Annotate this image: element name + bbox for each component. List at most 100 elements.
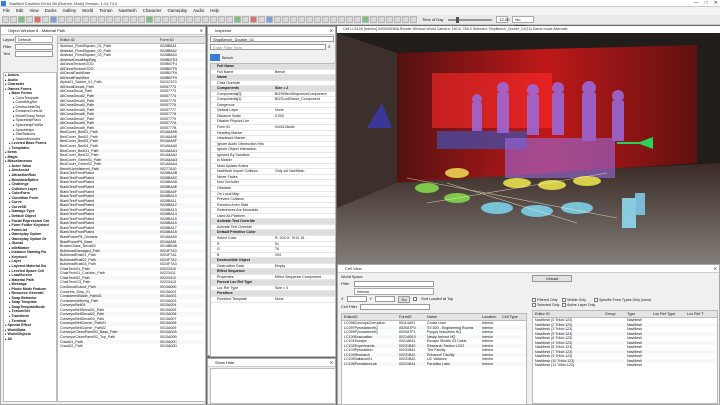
toolbar-button-icon[interactable] <box>306 16 313 23</box>
scene-canvas[interactable] <box>337 33 720 274</box>
menu-help[interactable]: Help <box>210 7 219 15</box>
expand-icon[interactable]: ▸ <box>9 205 11 209</box>
expand-icon[interactable]: ▸ <box>9 141 11 145</box>
noise-select[interactable]: No Noise <box>512 16 535 28</box>
close-icon[interactable]: ✕ <box>714 265 717 272</box>
toolbar-button-icon[interactable] <box>194 16 201 23</box>
expand-icon[interactable]: ▸ <box>9 246 11 250</box>
expand-icon[interactable]: ▸ <box>9 187 11 191</box>
toolbar-button-icon[interactable] <box>370 16 377 23</box>
expand-icon[interactable]: ▸ <box>9 296 11 300</box>
active-layer-only-checkbox[interactable] <box>562 303 566 308</box>
menu-gallery[interactable]: Gallery <box>63 7 77 15</box>
property-value[interactable] <box>275 158 335 163</box>
column-header-type[interactable]: Type <box>627 311 653 317</box>
slider-knob[interactable] <box>456 16 460 23</box>
expand-icon[interactable]: ▸ <box>9 319 11 323</box>
expand-icon[interactable]: ▸ <box>13 96 15 100</box>
property-value[interactable]: 204 <box>275 253 335 258</box>
column-header-editorid[interactable]: EditorID <box>342 314 399 320</box>
column-header-name[interactable]: Name <box>427 314 482 320</box>
expand-icon[interactable]: ▸ <box>13 105 15 109</box>
y-coord-input[interactable] <box>375 296 396 302</box>
menu-character[interactable]: Character <box>143 7 162 15</box>
toolbar-button-icon[interactable] <box>138 16 145 23</box>
property-value[interactable] <box>275 208 335 213</box>
toolbar-button-icon[interactable] <box>250 16 257 23</box>
filtered-only-checkbox[interactable] <box>532 298 536 303</box>
toolbar-button-icon[interactable] <box>106 16 113 23</box>
toolbar-button-icon[interactable] <box>170 16 177 23</box>
toolbar-button-icon[interactable] <box>90 16 97 23</box>
inspector-object-name[interactable]: ShipBench_Double_01 <box>210 36 334 42</box>
column-header-formid[interactable]: FormID <box>399 314 427 320</box>
toolbar-button-icon[interactable] <box>274 16 281 23</box>
toolbar-button-icon[interactable] <box>34 16 41 23</box>
toolbar-button-icon[interactable] <box>186 16 193 23</box>
expand-icon[interactable]: ▸ <box>9 178 11 182</box>
specific-form-types-checkbox[interactable] <box>594 298 598 303</box>
go-button[interactable]: Go <box>398 295 411 303</box>
table-row[interactable]: Crack02_Path 0013A00D <box>58 344 205 349</box>
expand-icon[interactable]: ▸ <box>9 314 11 318</box>
property-value[interactable] <box>275 64 335 69</box>
expand-icon[interactable]: ▸ <box>9 182 11 186</box>
property-value[interactable]: 0x00128c84 <box>275 125 335 130</box>
close-button[interactable]: ✕ <box>714 0 718 7</box>
expand-icon[interactable]: ▸ <box>9 309 11 313</box>
toolbar-button-icon[interactable] <box>314 16 321 23</box>
expand-icon[interactable]: ▸ <box>9 241 11 245</box>
property-value[interactable] <box>275 269 335 274</box>
expand-icon[interactable]: ▸ <box>5 159 7 163</box>
toolbar-button-icon[interactable] <box>362 16 369 23</box>
column-header-form-id[interactable]: Form ID <box>160 37 205 43</box>
selected-only-checkbox[interactable] <box>532 303 536 308</box>
expand-icon[interactable]: ▸ <box>13 137 15 141</box>
expand-icon[interactable]: ▸ <box>13 100 15 104</box>
toolbar-button-icon[interactable] <box>338 16 345 23</box>
expand-icon[interactable]: ▸ <box>9 196 11 200</box>
toolbar-button-icon[interactable] <box>42 16 49 23</box>
text-filter-input[interactable] <box>15 50 53 57</box>
toolbar-button-icon[interactable] <box>18 16 25 23</box>
expand-icon[interactable]: ▸ <box>5 87 7 91</box>
expand-icon[interactable]: ▸ <box>5 82 7 86</box>
toolbar-button-icon[interactable] <box>218 16 225 23</box>
cell-filter-input[interactable] <box>354 280 434 287</box>
toolbar-button-icon[interactable] <box>58 16 65 23</box>
expand-icon[interactable]: ▸ <box>9 282 11 286</box>
toolbar-button-icon[interactable] <box>330 16 337 23</box>
close-icon[interactable]: ✕ <box>200 27 203 34</box>
toolbar-button-icon[interactable] <box>298 16 305 23</box>
column-header-cell-type[interactable]: Cell Type <box>502 314 526 320</box>
expand-icon[interactable]: ▸ <box>9 269 11 273</box>
inspector-filter-input[interactable]: Enter Filter Here <box>210 44 326 50</box>
expand-icon[interactable]: ▸ <box>9 273 11 277</box>
toolbar-button-icon[interactable] <box>386 16 393 23</box>
expand-icon[interactable]: ▸ <box>13 128 15 132</box>
toolbar-button-icon[interactable] <box>242 16 249 23</box>
table-row[interactable]: NavMesh (11 TriIdx:123) NavMesh <box>533 363 717 368</box>
toolbar-button-icon[interactable] <box>290 16 297 23</box>
expand-icon[interactable]: ▸ <box>9 278 11 282</box>
expand-icon[interactable]: ▸ <box>13 118 15 122</box>
column-header-object-editor-id[interactable]: Editor ID <box>533 311 605 317</box>
toolbar-button-icon[interactable] <box>234 16 241 23</box>
expand-icon[interactable]: ▸ <box>5 150 7 154</box>
expand-icon[interactable]: ▸ <box>5 337 7 341</box>
world-space-select[interactable]: Interior <box>354 287 434 295</box>
property-value[interactable] <box>275 153 335 158</box>
close-icon[interactable]: ✕ <box>330 359 333 366</box>
table-row[interactable]: LC106ProstationLab 00231B44 Paradiso Labs I… <box>342 361 526 367</box>
expand-icon[interactable]: ▸ <box>5 73 7 77</box>
property-value[interactable]: Only cut NavMesh <box>275 169 335 174</box>
expand-icon[interactable]: ▸ <box>5 332 7 336</box>
property-value[interactable]: Empty <box>275 264 335 269</box>
property-value[interactable] <box>275 119 335 124</box>
cell-name-filter-input[interactable] <box>360 304 431 310</box>
toolbar-button-icon[interactable] <box>266 16 273 23</box>
expand-icon[interactable]: ▸ <box>9 214 11 218</box>
expand-icon[interactable]: ▸ <box>9 305 11 309</box>
column-header-loc-ref-t[interactable]: Loc Ref T <box>687 311 717 317</box>
toolbar-button-icon[interactable] <box>282 16 289 23</box>
